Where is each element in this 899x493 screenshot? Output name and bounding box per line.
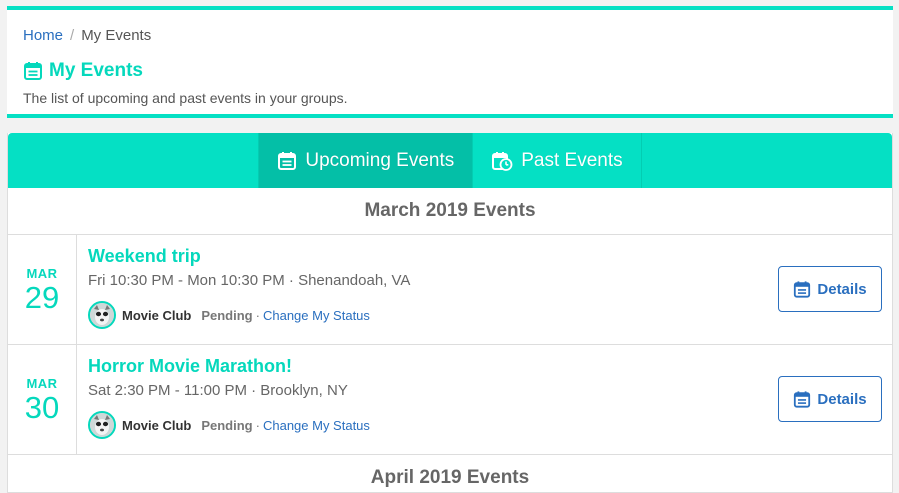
event-row: MAR 29 Weekend trip Fri 10:30 PM - Mon 1… [8, 235, 892, 345]
status-separator: · [255, 417, 260, 433]
group-avatar [88, 301, 116, 329]
month-heading: April 2019 Events [370, 467, 530, 488]
breadcrumb: Home / My Events [23, 27, 151, 44]
page-subtitle: The list of upcoming and past events in … [23, 90, 348, 106]
event-time-location: Sat 2:30 PM - 11:00 PM · Brooklyn, NY [88, 382, 348, 399]
breadcrumb-separator: / [70, 27, 75, 44]
event-body: Weekend trip Fri 10:30 PM - Mon 10:30 PM… [77, 235, 892, 344]
change-status-link[interactable]: Change My Status [263, 308, 370, 323]
events-tabbar: Upcoming Events Past Events [8, 133, 892, 188]
events-panel: Upcoming Events Past Events March 2019 E… [7, 133, 893, 493]
event-title-link[interactable]: Horror Movie Marathon! [88, 356, 292, 377]
calendar-list-icon [277, 151, 297, 171]
group-avatar [88, 411, 116, 439]
group-name: Movie Club [122, 417, 192, 433]
event-date: MAR 30 [8, 345, 77, 454]
breadcrumb-current: My Events [81, 27, 152, 44]
month-heading: March 2019 Events [8, 188, 892, 235]
calendar-list-icon [793, 280, 811, 299]
status-separator: · [255, 307, 260, 323]
event-date-month: MAR [26, 265, 58, 281]
event-row: MAR 30 Horror Movie Marathon! Sat 2:30 P… [8, 345, 892, 455]
change-status-link[interactable]: Change My Status [263, 418, 370, 433]
event-time-location: Fri 10:30 PM - Mon 10:30 PM · Shenandoah… [88, 272, 411, 289]
page-header: Home / My Events My Events The list of upc… [7, 6, 893, 118]
tab-past-label: Past Events [521, 149, 623, 171]
calendar-list-icon [23, 61, 43, 81]
rsvp-status: Pending [201, 307, 253, 323]
group-name: Movie Club [122, 307, 192, 323]
page-title-text: My Events [49, 60, 143, 81]
event-date-day: 29 [24, 279, 60, 315]
breadcrumb-home-link[interactable]: Home [23, 27, 63, 44]
event-group-line: Movie Club Pending · Change My Status [88, 301, 370, 329]
tab-upcoming-events[interactable]: Upcoming Events [258, 133, 474, 188]
calendar-clock-icon [491, 151, 513, 171]
page-title: My Events [23, 60, 143, 82]
event-title-link[interactable]: Weekend trip [88, 246, 201, 267]
details-label: Details [817, 280, 867, 298]
event-date: MAR 29 [8, 235, 77, 344]
calendar-list-icon [793, 390, 811, 409]
details-label: Details [817, 390, 867, 408]
rsvp-status: Pending [201, 417, 253, 433]
tab-past-events[interactable]: Past Events [473, 133, 642, 188]
details-button[interactable]: Details [778, 266, 882, 312]
event-body: Horror Movie Marathon! Sat 2:30 PM - 11:… [77, 345, 892, 454]
details-button[interactable]: Details [778, 376, 882, 422]
event-date-day: 30 [24, 389, 60, 425]
tab-upcoming-label: Upcoming Events [305, 149, 455, 171]
event-group-line: Movie Club Pending · Change My Status [88, 411, 370, 439]
event-date-month: MAR [26, 375, 58, 391]
